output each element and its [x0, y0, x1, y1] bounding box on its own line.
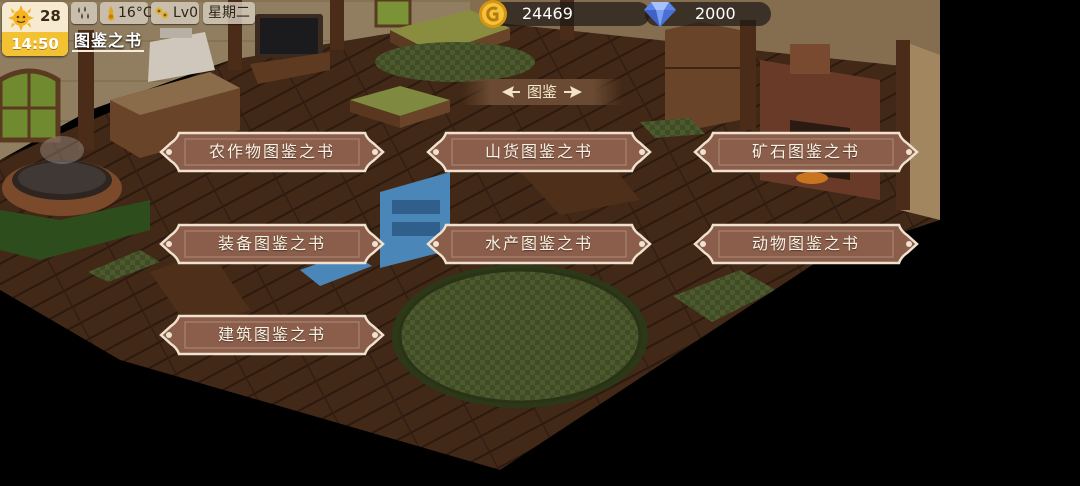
thermometer-icon	[107, 6, 115, 21]
weekday-indicator: 星期二	[203, 2, 255, 24]
diamond-icon	[644, 2, 676, 27]
button-label: 装备图鉴之书	[217, 234, 326, 253]
sun-face-icon	[8, 5, 34, 31]
clock-time: 14:50	[2, 32, 68, 56]
level-badge-icon	[155, 7, 169, 19]
aquatic-encyclopedia-button[interactable]: 水产图鉴之书	[426, 221, 652, 267]
crop-encyclopedia-button[interactable]: 农作物图鉴之书	[159, 129, 385, 175]
button-label: 建筑图鉴之书	[217, 325, 326, 344]
day-number: 28	[40, 7, 61, 25]
temperature-indicator: 16°C	[100, 2, 153, 24]
button-label: 水产图鉴之书	[484, 234, 593, 253]
date-time-panel: 28 14:50	[2, 2, 68, 56]
gem-amount: 2000	[695, 4, 736, 23]
encyclopedia-banner: 图鉴	[462, 79, 622, 105]
ore-encyclopedia-button[interactable]: 矿石图鉴之书	[693, 129, 919, 175]
animal-encyclopedia-button[interactable]: 动物图鉴之书	[693, 221, 919, 267]
rain-icon	[78, 6, 89, 19]
button-label: 农作物图鉴之书	[208, 142, 335, 161]
page-title: 图鉴之书	[74, 31, 143, 50]
level-value: Lv0	[173, 5, 198, 21]
temperature-value: 16°C	[118, 5, 153, 21]
mountain-goods-encyclopedia-button[interactable]: 山货图鉴之书	[426, 129, 652, 175]
level-indicator: Lv0	[151, 2, 199, 24]
building-encyclopedia-button[interactable]: 建筑图鉴之书	[159, 312, 385, 358]
gold-amount: 24469	[522, 4, 573, 23]
equipment-encyclopedia-button[interactable]: 装备图鉴之书	[159, 221, 385, 267]
button-label: 矿石图鉴之书	[751, 142, 860, 161]
gem-counter[interactable]: 2000	[644, 2, 771, 27]
weather-indicator	[71, 2, 97, 24]
gold-counter[interactable]: 24469	[479, 0, 650, 28]
title-underline	[72, 50, 144, 52]
button-label: 动物图鉴之书	[751, 234, 860, 253]
banner-label: 图鉴	[526, 83, 557, 101]
button-label: 山货图鉴之书	[484, 142, 593, 161]
game-screen: 28 14:50 16°C Lv0 星期二 图鉴之书 24469 2000 图鉴…	[0, 0, 1080, 486]
gold-coin-icon	[479, 0, 507, 28]
